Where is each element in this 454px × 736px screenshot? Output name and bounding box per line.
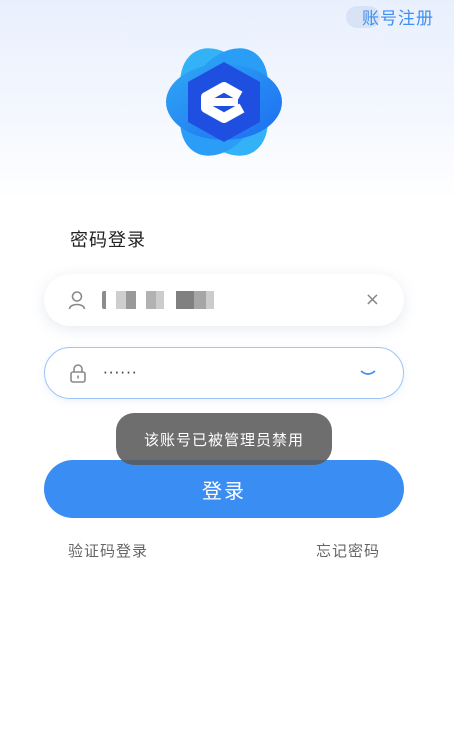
password-field[interactable]: ······ <box>44 347 404 399</box>
username-value[interactable] <box>102 291 365 310</box>
masked-username <box>102 291 234 310</box>
eye-closed-icon[interactable] <box>359 367 377 379</box>
login-button[interactable]: 登录 <box>44 460 404 518</box>
user-icon <box>66 289 88 311</box>
clear-icon[interactable]: × <box>365 291 380 309</box>
app-logo <box>166 48 282 156</box>
password-value[interactable]: ······ <box>103 364 359 382</box>
toast-message: 该账号已被管理员禁用 <box>116 413 332 465</box>
lock-icon <box>67 362 89 384</box>
page-title: 密码登录 <box>70 230 146 251</box>
sms-login-link[interactable]: 验证码登录 <box>68 540 148 561</box>
register-link[interactable]: 账号注册 <box>346 4 434 29</box>
username-field[interactable]: × <box>44 274 404 326</box>
forgot-password-link[interactable]: 忘记密码 <box>316 540 380 561</box>
